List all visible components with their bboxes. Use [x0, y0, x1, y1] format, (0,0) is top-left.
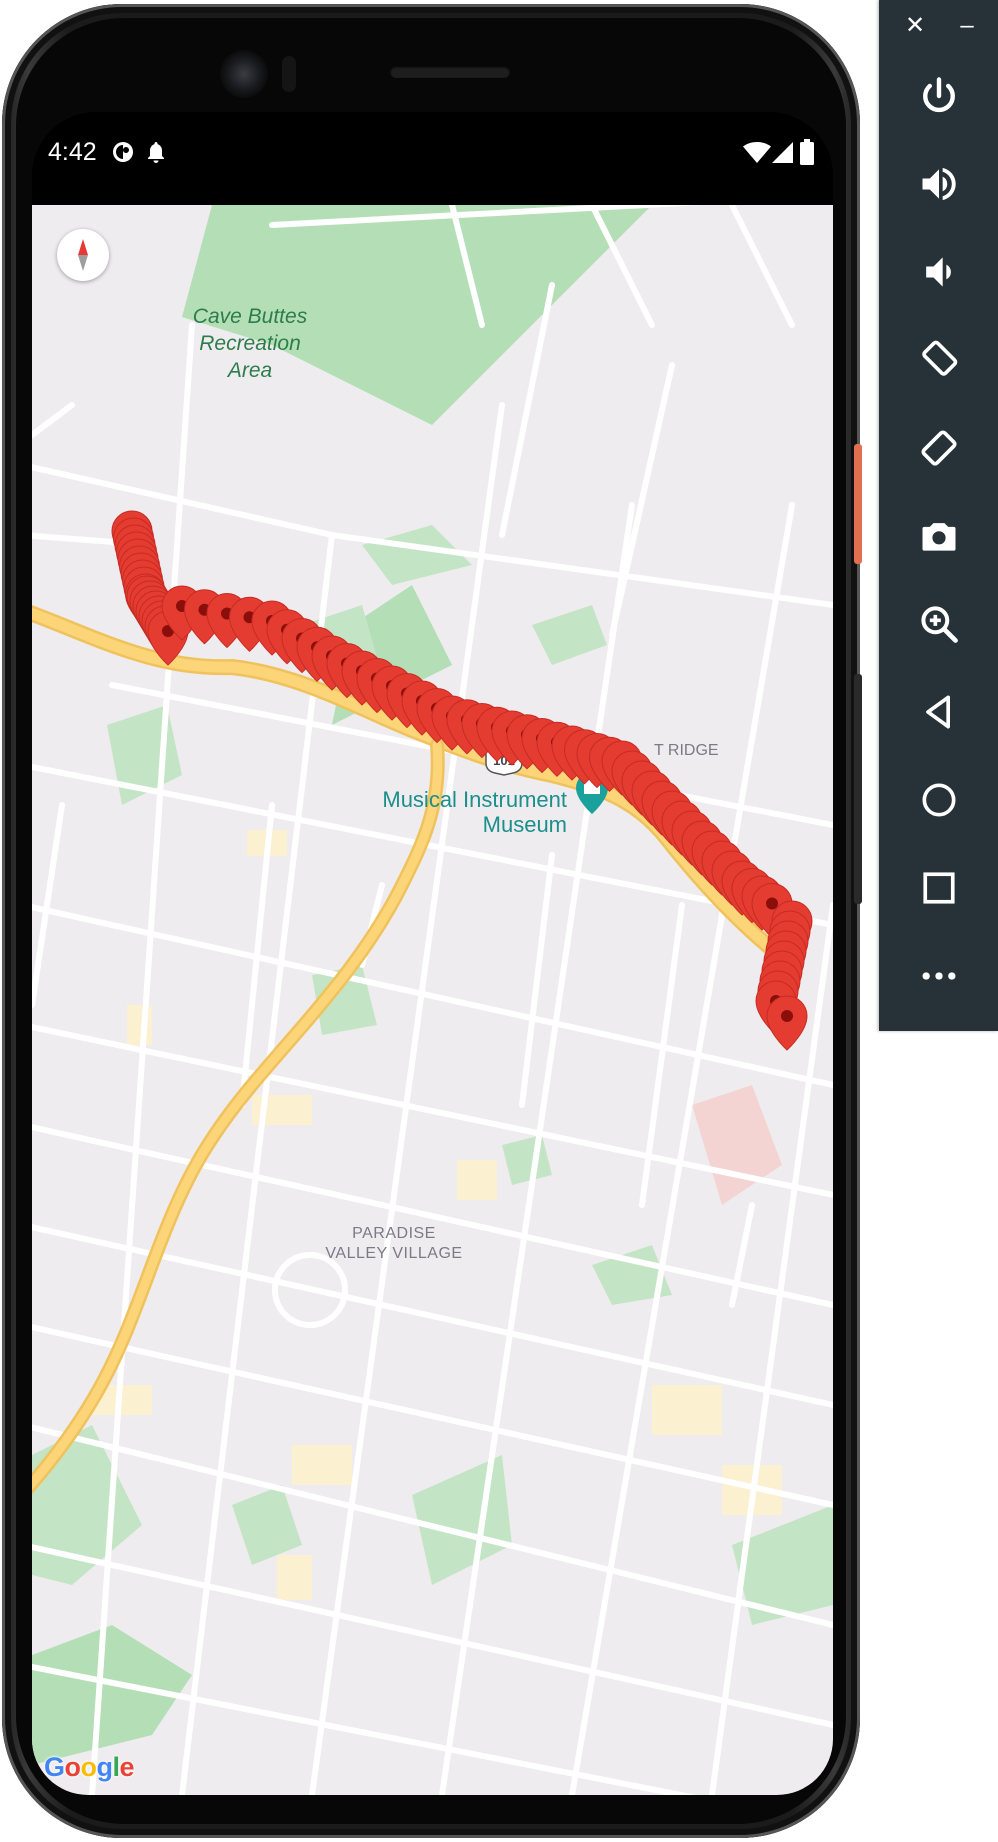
- status-bar: 4:42: [32, 112, 833, 205]
- power-icon: [923, 77, 955, 113]
- home-button[interactable]: [911, 772, 967, 828]
- ridge-label: T RIDGE: [654, 742, 719, 759]
- compass-icon[interactable]: [57, 229, 109, 281]
- volume-down-button[interactable]: [911, 244, 967, 300]
- volume-up-button[interactable]: [911, 156, 967, 212]
- close-button[interactable]: ✕: [903, 14, 927, 38]
- svg-text:Recreation: Recreation: [199, 332, 301, 355]
- zoom-icon: [921, 606, 958, 643]
- map-view[interactable]: 101 Cave Buttes Recreation Area PARADISE…: [32, 205, 833, 1795]
- minimize-button[interactable]: –: [955, 14, 979, 38]
- data-saver-icon: [111, 140, 135, 169]
- map-canvas[interactable]: 101 Cave Buttes Recreation Area PARADISE…: [32, 205, 833, 1795]
- more-icon: [922, 972, 956, 980]
- volume-down-icon: [926, 257, 951, 287]
- screenshot-button[interactable]: [911, 508, 967, 564]
- google-logo: Google: [44, 1752, 135, 1782]
- more-button[interactable]: [911, 948, 967, 1004]
- svg-text:Museum: Museum: [483, 812, 567, 837]
- rotate-right-button[interactable]: [911, 420, 967, 476]
- volume-side-button: [854, 674, 862, 904]
- volume-up-icon: [922, 167, 956, 201]
- proximity-sensor: [282, 56, 296, 92]
- back-button[interactable]: [911, 684, 967, 740]
- rotate-left-icon: [922, 340, 958, 376]
- svg-text:Cave Buttes: Cave Buttes: [193, 305, 308, 328]
- phone-frame: 4:42 101 Cave Buttes Recreation Area PAR…: [2, 4, 862, 1838]
- rotate-left-button[interactable]: [911, 332, 967, 388]
- rotate-right-icon: [921, 430, 957, 466]
- earpiece-speaker: [390, 66, 510, 78]
- toolbar-window-controls: ✕ –: [879, 0, 998, 60]
- home-icon: [922, 783, 956, 817]
- camera-icon: [922, 523, 956, 551]
- back-icon: [926, 695, 950, 729]
- notification-bell-icon: [145, 140, 167, 169]
- cellular-signal-icon: [772, 142, 794, 169]
- overview-icon: [923, 872, 955, 904]
- overview-button[interactable]: [911, 860, 967, 916]
- power-side-button: [854, 444, 862, 564]
- svg-text:Musical Instrument: Musical Instrument: [382, 787, 567, 812]
- zoom-button[interactable]: [911, 596, 967, 652]
- device-screen: 4:42 101 Cave Buttes Recreation Area PAR…: [32, 112, 833, 1795]
- emulator-toolbar: ✕ –: [879, 0, 998, 1031]
- svg-text:PARADISE: PARADISE: [352, 1225, 436, 1242]
- status-time: 4:42: [48, 138, 97, 166]
- power-button[interactable]: [911, 68, 967, 124]
- svg-text:VALLEY VILLAGE: VALLEY VILLAGE: [325, 1245, 462, 1262]
- front-camera: [220, 50, 268, 98]
- battery-icon: [800, 139, 814, 170]
- wifi-icon: [743, 142, 771, 169]
- svg-text:Area: Area: [226, 359, 272, 382]
